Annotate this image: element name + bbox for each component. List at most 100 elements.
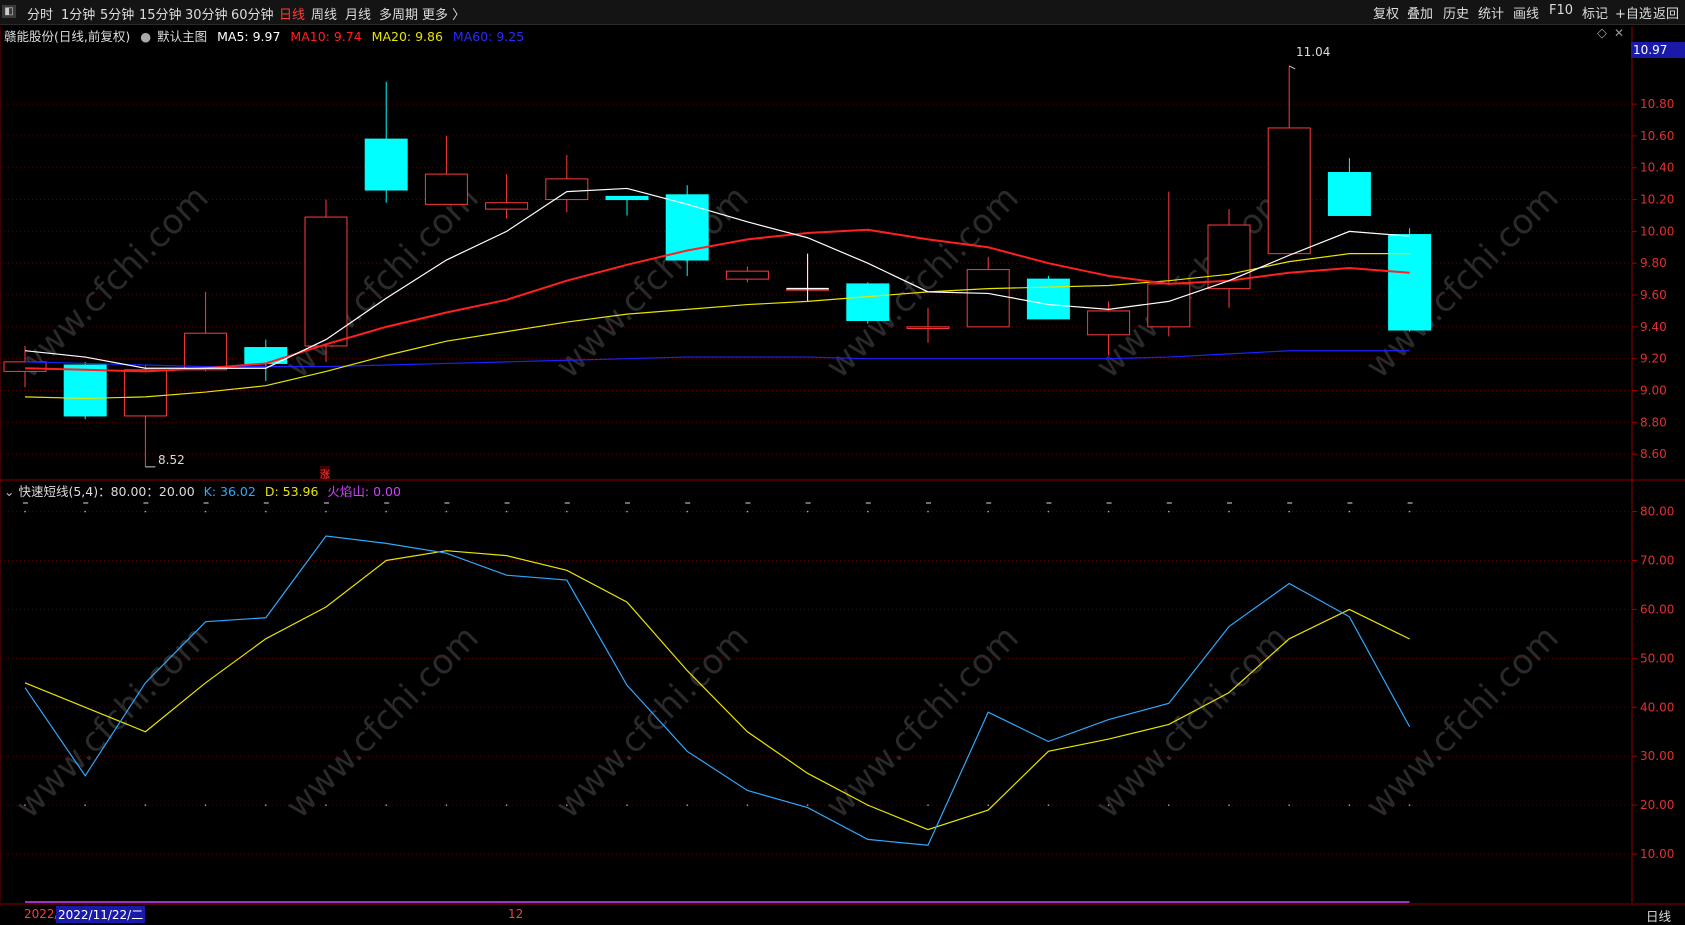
- kd-level-dot: [84, 804, 86, 806]
- kd-level-dot: [265, 804, 267, 806]
- kd-level-dot: [505, 510, 508, 513]
- candle-body-up: [906, 326, 950, 329]
- candle-body-up: [1267, 127, 1311, 255]
- price-tick-label: 10.20: [1640, 193, 1674, 207]
- candle-body-up: [1147, 283, 1191, 328]
- period-label[interactable]: 日线: [1646, 906, 1671, 925]
- candle-body-up: [545, 178, 589, 201]
- candle-body-down: [1026, 278, 1070, 320]
- candle-body-up: [304, 216, 348, 347]
- watermark: www.cfchi.com: [278, 618, 487, 827]
- price-tick-label: 10.60: [1640, 129, 1674, 143]
- kd-level-dot: [1408, 804, 1411, 806]
- low-price-label: 8.52: [158, 453, 185, 467]
- month-label: 12: [508, 907, 524, 921]
- price-tick-label: 9.00: [1640, 383, 1667, 397]
- kd-level-dot: [1047, 804, 1050, 806]
- watermark: www.cfchi.com: [548, 618, 757, 827]
- candle-body-up: [966, 269, 1010, 328]
- candle-body-down: [1327, 172, 1371, 216]
- kd-level-dot: [385, 804, 388, 806]
- candle: [244, 339, 288, 381]
- kd-level-dot: [806, 510, 809, 513]
- kd-level-dot: [927, 510, 929, 513]
- high-marker: [1288, 65, 1296, 70]
- candle-body-up: [424, 173, 468, 205]
- candle: [1267, 65, 1311, 255]
- kd-tick-label: 60.00: [1640, 602, 1674, 616]
- candle-body-up: [725, 270, 769, 280]
- candle: [364, 81, 408, 203]
- kd-level-dot: [24, 510, 26, 513]
- kd-level-dot: [445, 804, 448, 806]
- kd-level-dot: [1288, 804, 1290, 806]
- kd-level-dot: [927, 804, 929, 806]
- selected-date: 2022/11/22/二: [56, 906, 146, 923]
- watermark: www.cfchi.com: [1088, 618, 1297, 827]
- kd-level-dot: [987, 510, 989, 513]
- kd-level-dot: [1168, 510, 1170, 513]
- candle-body-up: [485, 202, 529, 210]
- candle: [1026, 275, 1070, 320]
- kd-tick-label: 70.00: [1640, 554, 1674, 568]
- candle-body-down: [63, 364, 107, 417]
- kd-level-dot: [204, 804, 207, 806]
- price-tick-label: 8.80: [1640, 415, 1667, 429]
- kd-level-dot: [144, 804, 147, 806]
- candle: [846, 282, 890, 324]
- watermark: www.cfchi.com: [548, 178, 757, 387]
- kd-tick-label: 10.00: [1640, 847, 1674, 861]
- kd-level-dot: [325, 510, 327, 513]
- kd-level-dot: [265, 510, 267, 513]
- watermark: www.cfchi.com: [1358, 618, 1567, 827]
- kd-tick-label: 30.00: [1640, 749, 1674, 763]
- price-tick-label: 9.60: [1640, 288, 1667, 302]
- kd-level-dot: [385, 510, 388, 513]
- kd-level-dot: [1408, 510, 1411, 513]
- candle-body-up: [123, 369, 167, 417]
- kd-level-dot: [1107, 804, 1110, 806]
- kd-level-dot: [1228, 804, 1230, 806]
- kd-level-dot: [686, 510, 688, 513]
- candle: [605, 195, 649, 216]
- kd-level-dot: [626, 510, 628, 513]
- kd-level-dot: [867, 510, 869, 513]
- high-price-label: 11.04: [1296, 45, 1331, 59]
- kd-level-dot: [746, 510, 749, 513]
- price-tick-label: 10.40: [1640, 161, 1674, 175]
- candle-body-down: [605, 195, 649, 201]
- candle-body-down: [364, 138, 408, 191]
- kline-chart[interactable]: 10.80 10.60 10.40 10.20 10.00 9.80 9.60 9.40 9.2…: [0, 0, 1685, 923]
- candle: [485, 174, 529, 219]
- kd-tick-label: 50.00: [1640, 651, 1674, 665]
- kd-level-dot: [1107, 510, 1110, 513]
- price-tick-label: 9.20: [1640, 352, 1667, 366]
- candle-body-up: [1087, 310, 1131, 336]
- kd-level-dot: [566, 804, 568, 806]
- kd-level-dot: [325, 804, 327, 806]
- kd-level-dot: [445, 510, 448, 513]
- candle: [1388, 228, 1432, 332]
- candle-body-up: [3, 361, 47, 372]
- kd-tick-label: 40.00: [1640, 700, 1674, 714]
- kd-level-dot: [1168, 804, 1170, 806]
- kd-level-dot: [1348, 804, 1351, 806]
- price-tick-label: 8.60: [1640, 447, 1667, 461]
- kd-level-dot: [566, 510, 568, 513]
- kd-level-dot: [626, 804, 628, 806]
- kd-level-dot: [84, 510, 86, 513]
- current-price-tag: 10.97: [1631, 42, 1685, 58]
- kd-level-dot: [686, 804, 688, 806]
- candle-body-down: [1388, 234, 1432, 331]
- price-tick-label: 9.40: [1640, 320, 1667, 334]
- candle: [1327, 158, 1371, 216]
- zhang-marker: 涨: [320, 466, 330, 481]
- price-tick-label: 9.80: [1640, 256, 1667, 270]
- candle: [725, 266, 769, 283]
- kd-level-dot: [1348, 510, 1351, 513]
- candle: [424, 135, 468, 205]
- price-tick-label: 10.80: [1640, 97, 1674, 111]
- candle: [304, 199, 348, 362]
- kd-tick-label: 80.00: [1640, 505, 1674, 519]
- candle: [545, 155, 589, 213]
